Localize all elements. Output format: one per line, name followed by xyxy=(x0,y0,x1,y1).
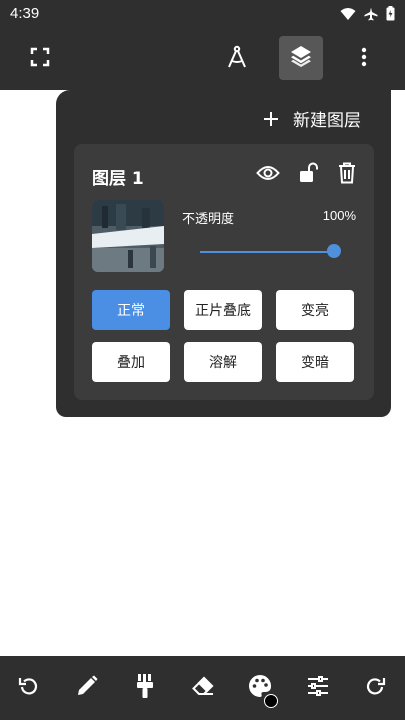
opacity-value: 100% xyxy=(322,208,356,223)
more-options-button[interactable] xyxy=(342,37,386,81)
color-palette-button[interactable] xyxy=(246,674,278,708)
blend-mode-multiply[interactable]: 正片叠底 xyxy=(184,290,262,330)
pencil-button[interactable] xyxy=(73,674,101,702)
blend-mode-dissolve[interactable]: 溶解 xyxy=(184,342,262,382)
slider-track xyxy=(200,251,334,253)
plus-icon xyxy=(263,109,279,129)
blend-mode-darken[interactable]: 变暗 xyxy=(276,342,354,382)
pencil-icon xyxy=(76,675,98,701)
wifi-icon xyxy=(340,6,356,25)
undo-button[interactable] xyxy=(14,674,42,702)
opacity-label: 不透明度 xyxy=(182,212,235,227)
eraser-icon xyxy=(192,676,214,700)
new-layer-button[interactable]: 新建图层 xyxy=(263,106,361,131)
visibility-eye-icon[interactable] xyxy=(256,164,280,186)
fullscreen-icon xyxy=(29,46,51,72)
layer-card[interactable]: 图层 1 不透明度 100% 正常 正片叠底 变亮 叠加 溶解 变暗 xyxy=(74,144,374,400)
unlock-icon[interactable] xyxy=(298,162,320,188)
layer-actions xyxy=(256,162,356,188)
status-bar: 4:39 xyxy=(0,0,405,28)
blend-mode-lighten[interactable]: 变亮 xyxy=(276,290,354,330)
layer-thumbnail xyxy=(92,200,164,272)
brush-button[interactable] xyxy=(131,674,159,702)
delete-trash-icon[interactable] xyxy=(338,162,356,188)
fullscreen-button[interactable] xyxy=(18,37,62,81)
opacity-slider[interactable] xyxy=(200,244,342,260)
redo-icon xyxy=(365,675,387,701)
slider-thumb[interactable] xyxy=(327,244,341,258)
blend-mode-overlay[interactable]: 叠加 xyxy=(92,342,170,382)
redo-button[interactable] xyxy=(362,674,390,702)
layers-icon xyxy=(289,44,313,72)
airplane-icon xyxy=(364,6,378,25)
undo-icon xyxy=(17,675,39,701)
brush-icon xyxy=(136,674,154,702)
adjustments-button[interactable] xyxy=(304,674,332,702)
layers-panel: 新建图层 图层 1 不透明度 100% 正常 正片叠底 变亮 叠加 溶解 变暗 xyxy=(56,90,391,417)
compass-button[interactable] xyxy=(215,37,259,81)
current-color-swatch xyxy=(264,694,278,708)
new-layer-label: 新建图层 xyxy=(293,111,361,131)
layers-button[interactable] xyxy=(279,36,323,80)
bottom-toolbar xyxy=(0,656,405,720)
more-vert-icon xyxy=(361,47,367,71)
eraser-button[interactable] xyxy=(189,674,217,702)
sliders-icon xyxy=(307,676,329,700)
status-time: 4:39 xyxy=(10,5,40,22)
top-toolbar xyxy=(0,28,405,90)
blend-mode-normal[interactable]: 正常 xyxy=(92,290,170,330)
layer-name: 图层 1 xyxy=(92,169,144,189)
compass-icon xyxy=(226,45,248,73)
battery-icon xyxy=(386,6,395,25)
status-icons xyxy=(340,6,395,25)
